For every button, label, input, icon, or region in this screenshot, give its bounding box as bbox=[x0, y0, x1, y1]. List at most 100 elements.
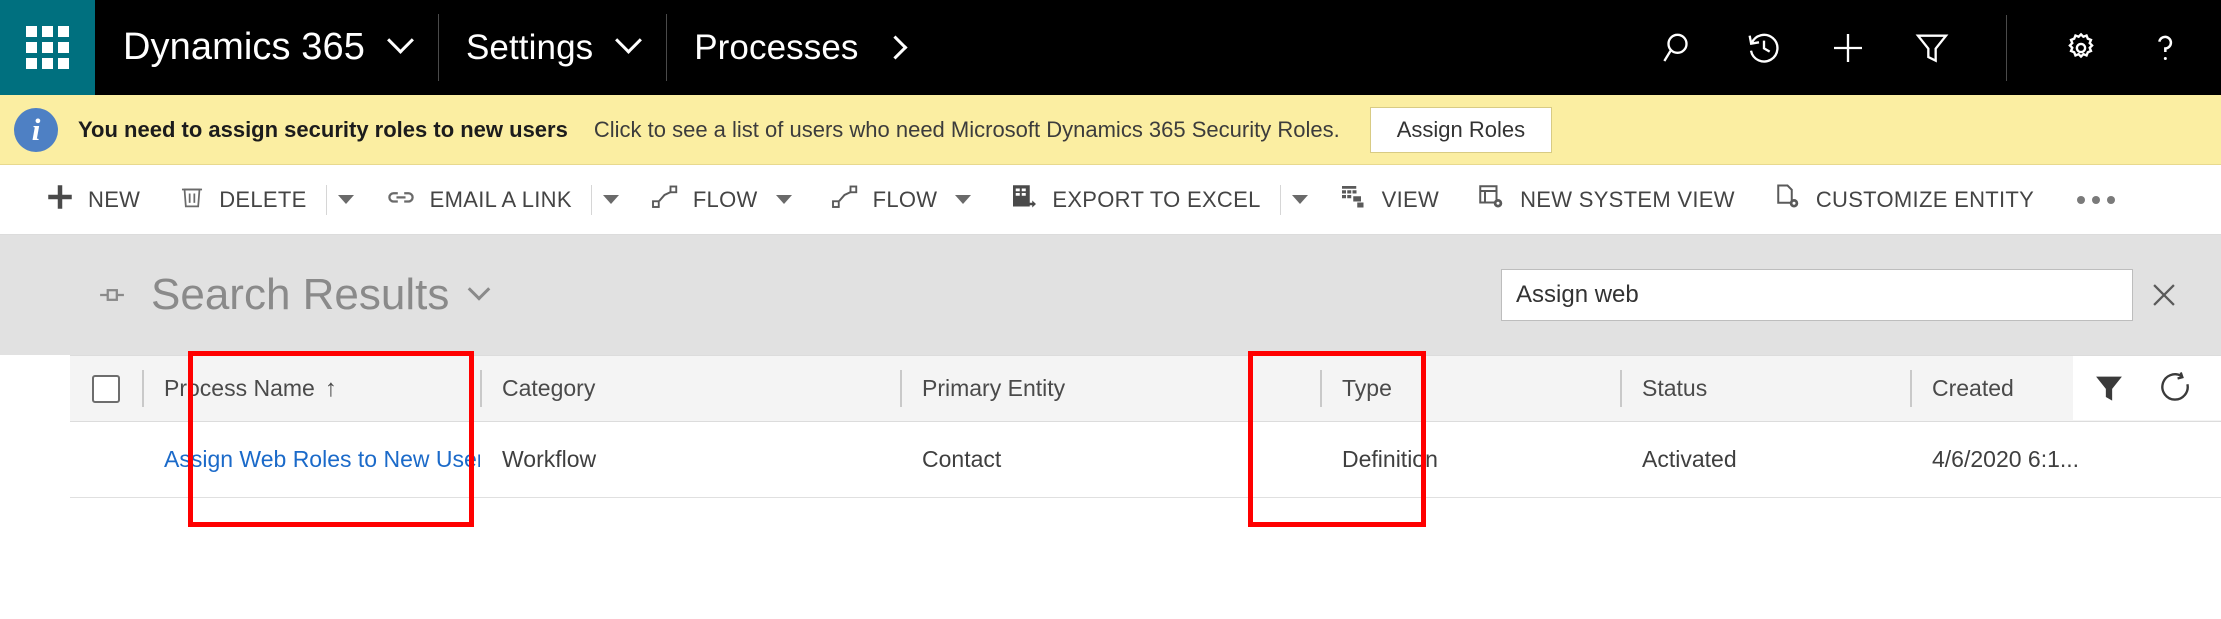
area-menu-settings[interactable]: Settings bbox=[438, 0, 666, 95]
refresh-icon[interactable] bbox=[2157, 369, 2195, 407]
assign-roles-button[interactable]: Assign Roles bbox=[1370, 107, 1552, 153]
table-header-row: Process Name ↑ Category Primary Entity Ty… bbox=[70, 356, 2221, 422]
cell-type: Definition bbox=[1320, 422, 1620, 498]
nav-spacer bbox=[932, 0, 1658, 95]
chevron-down-icon bbox=[338, 195, 354, 204]
flow-button-1-label: FLOW bbox=[693, 187, 758, 213]
info-icon: i bbox=[14, 108, 58, 152]
filter-icon[interactable] bbox=[2091, 370, 2127, 406]
advanced-filter-icon[interactable] bbox=[1910, 26, 1954, 70]
row-select-cell[interactable] bbox=[70, 422, 142, 498]
chevron-right-icon bbox=[883, 35, 907, 59]
settings-gear-icon[interactable] bbox=[2059, 26, 2103, 70]
new-system-view-label: NEW SYSTEM VIEW bbox=[1520, 187, 1735, 213]
waffle-grid-icon bbox=[26, 26, 69, 69]
cell-created: 4/6/2020 6:1... bbox=[1910, 422, 2221, 498]
chevron-down-icon[interactable] bbox=[468, 278, 491, 301]
chevron-down-icon bbox=[387, 27, 414, 54]
delete-button-label: DELETE bbox=[219, 187, 306, 213]
cell-category: Workflow bbox=[480, 422, 900, 498]
new-button[interactable]: NEW bbox=[26, 173, 159, 227]
customize-entity-button[interactable]: CUSTOMIZE ENTITY bbox=[1754, 173, 2053, 227]
column-header-created-label: Created bbox=[1932, 375, 2014, 401]
select-all-checkbox[interactable] bbox=[92, 375, 120, 403]
flow-button-1[interactable]: FLOW bbox=[631, 173, 811, 227]
delete-split-dropdown[interactable] bbox=[326, 173, 366, 227]
search-box bbox=[1501, 269, 2195, 321]
column-header-primary-entity[interactable]: Primary Entity bbox=[900, 356, 1320, 422]
email-a-link-button[interactable]: EMAIL A LINK bbox=[366, 173, 591, 227]
flow-button-2[interactable]: FLOW bbox=[811, 173, 991, 227]
view-subheader: Search Results bbox=[0, 235, 2221, 355]
new-system-view-button[interactable]: NEW SYSTEM VIEW bbox=[1458, 173, 1754, 227]
new-system-view-icon bbox=[1477, 182, 1507, 217]
export-to-excel-button[interactable]: EXPORT TO EXCEL bbox=[990, 173, 1279, 227]
view-icon bbox=[1339, 182, 1369, 217]
chevron-down-icon bbox=[1292, 195, 1308, 204]
column-header-status[interactable]: Status bbox=[1620, 356, 1910, 422]
top-nav-icon-group bbox=[1658, 0, 2221, 95]
search-input[interactable] bbox=[1501, 269, 2133, 321]
link-icon bbox=[385, 181, 417, 218]
column-header-category[interactable]: Category bbox=[480, 356, 900, 422]
breadcrumb-label: Processes bbox=[694, 28, 858, 68]
export-split-dropdown[interactable] bbox=[1280, 173, 1320, 227]
process-table: Process Name ↑ Category Primary Entity Ty… bbox=[70, 355, 2221, 498]
recent-history-icon[interactable] bbox=[1742, 26, 1786, 70]
email-a-link-split-dropdown[interactable] bbox=[591, 173, 631, 227]
quick-create-icon[interactable] bbox=[1826, 26, 1870, 70]
export-to-excel-label: EXPORT TO EXCEL bbox=[1052, 187, 1260, 213]
email-a-link-label: EMAIL A LINK bbox=[430, 187, 572, 213]
table-row[interactable]: Assign Web Roles to New Users Workflow C… bbox=[70, 422, 2221, 498]
plus-icon bbox=[45, 182, 75, 217]
customize-entity-icon bbox=[1773, 182, 1803, 217]
column-header-category-label: Category bbox=[502, 375, 595, 401]
delete-button[interactable]: DELETE bbox=[159, 173, 325, 227]
chevron-down-icon[interactable] bbox=[776, 195, 792, 204]
excel-icon bbox=[1009, 182, 1039, 217]
column-header-primary-entity-label: Primary Entity bbox=[922, 375, 1065, 401]
chevron-down-icon bbox=[603, 195, 619, 204]
sort-ascending-icon: ↑ bbox=[325, 375, 337, 402]
command-bar: NEW DELETE EMAIL A LINK bbox=[0, 165, 2221, 235]
flow-icon bbox=[830, 182, 860, 217]
notification-bar: i You need to assign security roles to n… bbox=[0, 95, 2221, 165]
help-icon[interactable] bbox=[2143, 26, 2187, 70]
grid-tools bbox=[2073, 356, 2221, 420]
info-glyph: i bbox=[32, 112, 41, 148]
results-grid: Process Name ↑ Category Primary Entity Ty… bbox=[70, 355, 2221, 619]
process-name-link[interactable]: Assign Web Roles to New Users bbox=[164, 446, 480, 472]
column-header-process-name-label: Process Name bbox=[164, 375, 315, 401]
app-launcher-button[interactable] bbox=[0, 0, 95, 95]
select-all-header bbox=[70, 356, 142, 422]
app-name-menu[interactable]: Dynamics 365 bbox=[95, 0, 438, 95]
cell-process-name: Assign Web Roles to New Users bbox=[142, 422, 480, 498]
notification-title: You need to assign security roles to new… bbox=[78, 117, 568, 143]
customize-entity-label: CUSTOMIZE ENTITY bbox=[1816, 187, 2034, 213]
cell-primary-entity: Contact bbox=[900, 422, 1320, 498]
view-title-label: Search Results bbox=[151, 270, 449, 320]
app-name-label: Dynamics 365 bbox=[123, 26, 365, 69]
flow-button-2-label: FLOW bbox=[873, 187, 938, 213]
new-button-label: NEW bbox=[88, 187, 140, 213]
column-header-type[interactable]: Type bbox=[1320, 356, 1620, 422]
trash-icon bbox=[178, 183, 206, 216]
area-name-label: Settings bbox=[466, 28, 593, 68]
notification-description[interactable]: Click to see a list of users who need Mi… bbox=[594, 117, 1340, 143]
top-navigation-bar: Dynamics 365 Settings Processes bbox=[0, 0, 2221, 95]
flow-icon bbox=[650, 182, 680, 217]
breadcrumb-processes[interactable]: Processes bbox=[666, 0, 931, 95]
search-icon[interactable] bbox=[1658, 26, 1702, 70]
pin-icon[interactable] bbox=[95, 278, 129, 312]
view-button[interactable]: VIEW bbox=[1320, 173, 1458, 227]
nav-divider bbox=[2006, 15, 2007, 81]
chevron-down-icon[interactable] bbox=[955, 195, 971, 204]
view-button-label: VIEW bbox=[1382, 187, 1439, 213]
clear-icon[interactable] bbox=[2133, 269, 2195, 321]
column-header-type-label: Type bbox=[1342, 375, 1392, 401]
column-header-process-name[interactable]: Process Name ↑ bbox=[142, 356, 480, 422]
chevron-down-icon bbox=[615, 27, 642, 54]
cell-status: Activated bbox=[1620, 422, 1910, 498]
more-commands-button[interactable] bbox=[2053, 196, 2139, 204]
column-header-status-label: Status bbox=[1642, 375, 1707, 401]
